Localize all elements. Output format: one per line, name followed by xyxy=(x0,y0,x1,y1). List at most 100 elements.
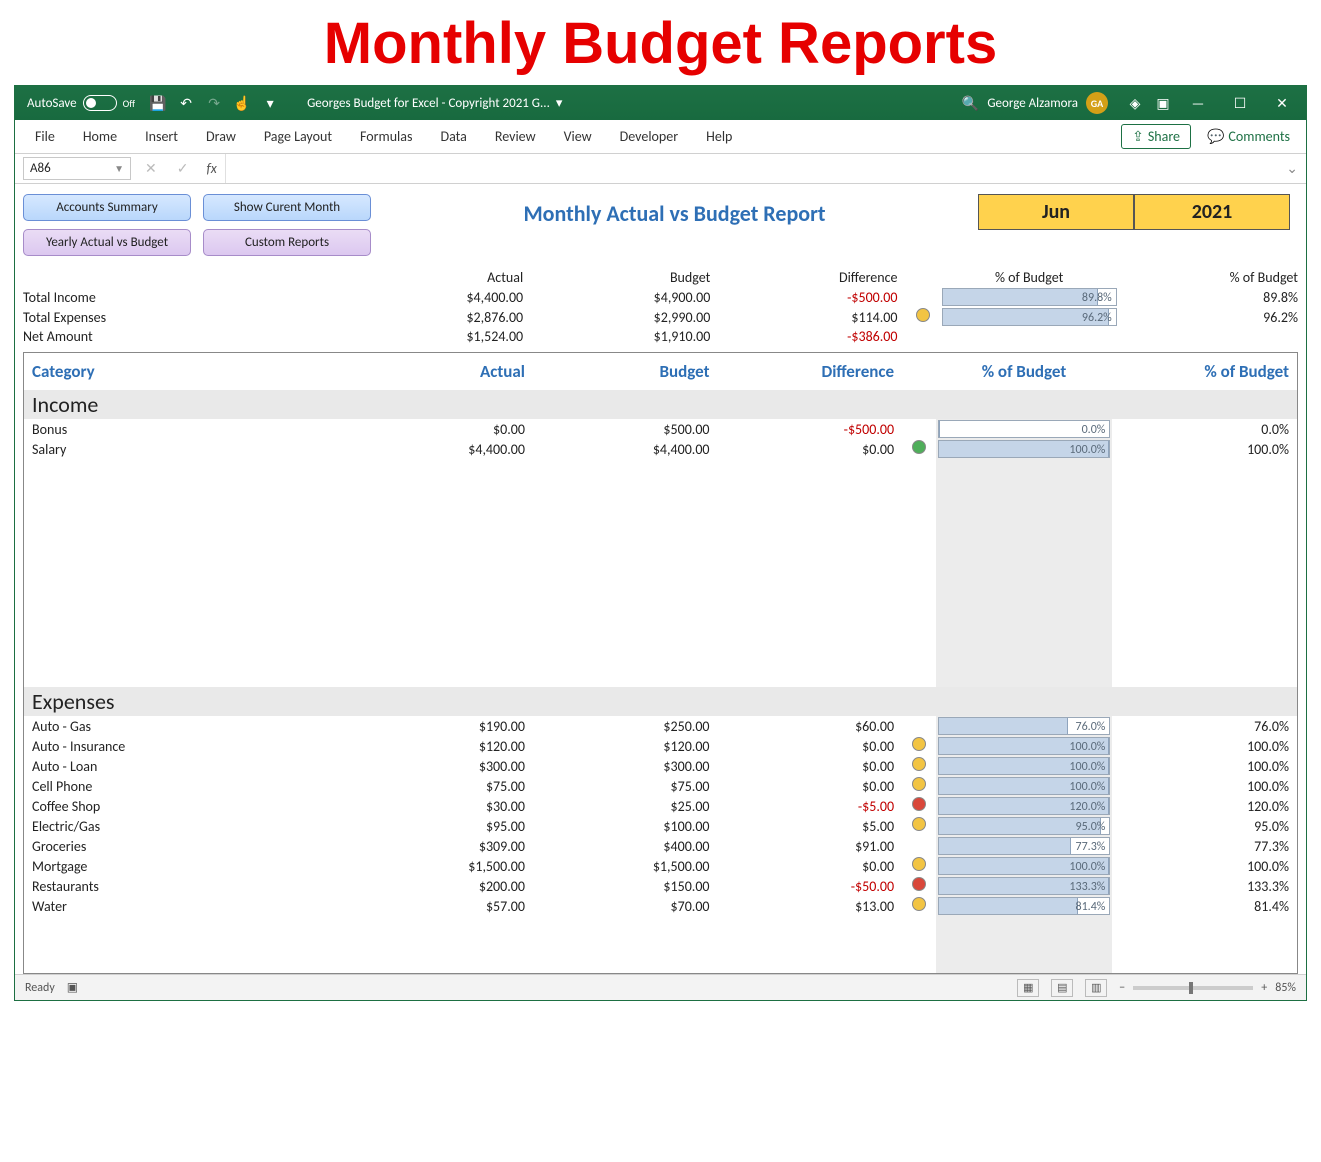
accept-formula-icon[interactable]: ✓ xyxy=(167,160,199,177)
pct-bar: 89.8% xyxy=(942,288,1117,306)
tab-file[interactable]: File xyxy=(23,122,67,151)
table-row[interactable]: Net Amount $1,524.00 $1,910.00 -$386.00 xyxy=(15,327,1306,346)
col-budget: Budget xyxy=(533,353,718,390)
table-row[interactable]: Groceries $309.00 $400.00 $91.00 77.3% 7… xyxy=(24,836,1297,856)
tab-page-layout[interactable]: Page Layout xyxy=(252,122,344,151)
empty-row[interactable] xyxy=(24,649,1297,668)
row-bar: 120.0% xyxy=(936,796,1113,816)
table-row[interactable]: Auto - Gas $190.00 $250.00 $60.00 76.0% … xyxy=(24,716,1297,736)
row-bar: 100.0% xyxy=(936,856,1113,876)
table-row[interactable]: Coffee Shop $30.00 $25.00 -$5.00 120.0% … xyxy=(24,796,1297,816)
fx-icon[interactable]: fx xyxy=(198,160,224,177)
formula-bar: A86 ▼ ✕ ✓ fx ⌄ xyxy=(15,154,1306,184)
period-month[interactable]: Jun xyxy=(978,194,1134,230)
row-dot xyxy=(902,439,936,459)
empty-row[interactable] xyxy=(24,668,1297,687)
period-year[interactable]: 2021 xyxy=(1134,194,1290,230)
empty-row[interactable] xyxy=(24,935,1297,954)
row-budget: $400.00 xyxy=(533,836,718,856)
row-bar: 100.0% xyxy=(936,776,1113,796)
view-normal-icon[interactable]: ▦ xyxy=(1017,979,1039,997)
macro-record-icon[interactable]: ▣ xyxy=(67,980,78,995)
toggle-icon[interactable] xyxy=(83,95,117,111)
empty-row[interactable] xyxy=(24,916,1297,935)
chevron-down-icon[interactable]: ▾ xyxy=(556,96,563,111)
view-page-layout-icon[interactable]: ▤ xyxy=(1051,979,1073,997)
row-pct: 100.0% xyxy=(1112,756,1297,776)
empty-row[interactable] xyxy=(24,478,1297,497)
empty-row[interactable] xyxy=(24,573,1297,592)
redo-icon[interactable]: ↷ xyxy=(203,95,225,112)
empty-row[interactable] xyxy=(24,497,1297,516)
empty-row[interactable] xyxy=(24,459,1297,478)
row-pct: 100.0% xyxy=(1112,776,1297,796)
row-actual: $4,400.00 xyxy=(348,439,533,459)
table-row[interactable]: Cell Phone $75.00 $75.00 $0.00 100.0% 10… xyxy=(24,776,1297,796)
table-row[interactable]: Total Expenses $2,876.00 $2,990.00 $114.… xyxy=(15,307,1306,327)
table-row[interactable]: Electric/Gas $95.00 $100.00 $5.00 95.0% … xyxy=(24,816,1297,836)
autosave-toggle[interactable]: AutoSave Off xyxy=(21,95,141,111)
excel-window: AutoSave Off 💾 ↶ ↷ ☝ ▾ Georges Budget fo… xyxy=(14,85,1307,1001)
zoom-out-icon[interactable]: − xyxy=(1119,981,1125,995)
empty-row[interactable] xyxy=(24,535,1297,554)
cancel-formula-icon[interactable]: ✕ xyxy=(135,160,167,177)
touch-icon[interactable]: ☝ xyxy=(231,95,253,112)
minimize-button[interactable]: — xyxy=(1180,95,1216,112)
expand-formula-icon[interactable]: ⌄ xyxy=(1278,160,1306,177)
undo-icon[interactable]: ↶ xyxy=(175,95,197,112)
ribbon-mode-icon[interactable]: ▣ xyxy=(1152,95,1174,112)
tab-draw[interactable]: Draw xyxy=(194,122,248,151)
zoom-in-icon[interactable]: + xyxy=(1261,981,1267,995)
totals-table: Actual Budget Difference % of Budget % o… xyxy=(15,268,1306,346)
table-row[interactable]: Auto - Insurance $120.00 $120.00 $0.00 1… xyxy=(24,736,1297,756)
tab-home[interactable]: Home xyxy=(71,122,129,151)
table-row[interactable]: Auto - Loan $300.00 $300.00 $0.00 100.0%… xyxy=(24,756,1297,776)
row-dot xyxy=(902,876,936,896)
custom-reports-button[interactable]: Custom Reports xyxy=(203,229,371,256)
show-current-month-button[interactable]: Show Curent Month xyxy=(203,194,371,221)
table-row[interactable]: Mortgage $1,500.00 $1,500.00 $0.00 100.0… xyxy=(24,856,1297,876)
tab-insert[interactable]: Insert xyxy=(133,122,190,151)
tab-developer[interactable]: Developer xyxy=(608,122,690,151)
accounts-summary-button[interactable]: Accounts Summary xyxy=(23,194,191,221)
tab-view[interactable]: View xyxy=(552,122,604,151)
row-budget: $250.00 xyxy=(533,716,718,736)
row-actual: $57.00 xyxy=(348,896,533,916)
search-icon[interactable]: 🔍 xyxy=(959,95,981,112)
worksheet[interactable]: Accounts Summary Yearly Actual vs Budget… xyxy=(15,184,1306,974)
empty-row[interactable] xyxy=(24,630,1297,649)
zoom-control[interactable]: − + 85% xyxy=(1119,981,1296,995)
empty-row[interactable] xyxy=(24,611,1297,630)
share-button[interactable]: ⇪ Share xyxy=(1121,124,1191,149)
account-button[interactable]: George Alzamora GA xyxy=(987,92,1108,114)
name-box[interactable]: A86 ▼ xyxy=(23,157,131,180)
empty-row[interactable] xyxy=(24,516,1297,535)
save-icon[interactable]: 💾 xyxy=(147,95,169,112)
view-page-break-icon[interactable]: ▥ xyxy=(1085,979,1107,997)
table-row[interactable]: Total Income $4,400.00 $4,900.00 -$500.0… xyxy=(15,287,1306,307)
maximize-button[interactable]: ☐ xyxy=(1222,95,1258,112)
close-button[interactable]: ✕ xyxy=(1264,95,1300,112)
diamond-icon[interactable]: ◈ xyxy=(1124,95,1146,112)
pct-bar: 133.3% xyxy=(938,877,1111,895)
empty-row[interactable] xyxy=(24,954,1297,973)
tab-help[interactable]: Help xyxy=(694,122,744,151)
comments-button[interactable]: 💬 Comments xyxy=(1199,124,1298,149)
chevron-down-icon[interactable]: ▼ xyxy=(114,162,124,175)
table-row[interactable]: Bonus $0.00 $500.00 -$500.00 0.0% 0.0% xyxy=(24,419,1297,439)
status-dot xyxy=(912,757,926,771)
tab-review[interactable]: Review xyxy=(483,122,548,151)
col-pct2: % of Budget xyxy=(1112,353,1297,390)
qat-more-icon[interactable]: ▾ xyxy=(259,95,281,112)
formula-input[interactable] xyxy=(225,154,1278,183)
table-row[interactable]: Restaurants $200.00 $150.00 -$50.00 133.… xyxy=(24,876,1297,896)
empty-row[interactable] xyxy=(24,554,1297,573)
row-actual: $30.00 xyxy=(348,796,533,816)
tab-data[interactable]: Data xyxy=(428,122,478,151)
table-row[interactable]: Water $57.00 $70.00 $13.00 81.4% 81.4% xyxy=(24,896,1297,916)
empty-row[interactable] xyxy=(24,592,1297,611)
zoom-slider[interactable] xyxy=(1133,986,1253,990)
table-row[interactable]: Salary $4,400.00 $4,400.00 $0.00 100.0% … xyxy=(24,439,1297,459)
yearly-actual-vs-budget-button[interactable]: Yearly Actual vs Budget xyxy=(23,229,191,256)
tab-formulas[interactable]: Formulas xyxy=(348,122,424,151)
